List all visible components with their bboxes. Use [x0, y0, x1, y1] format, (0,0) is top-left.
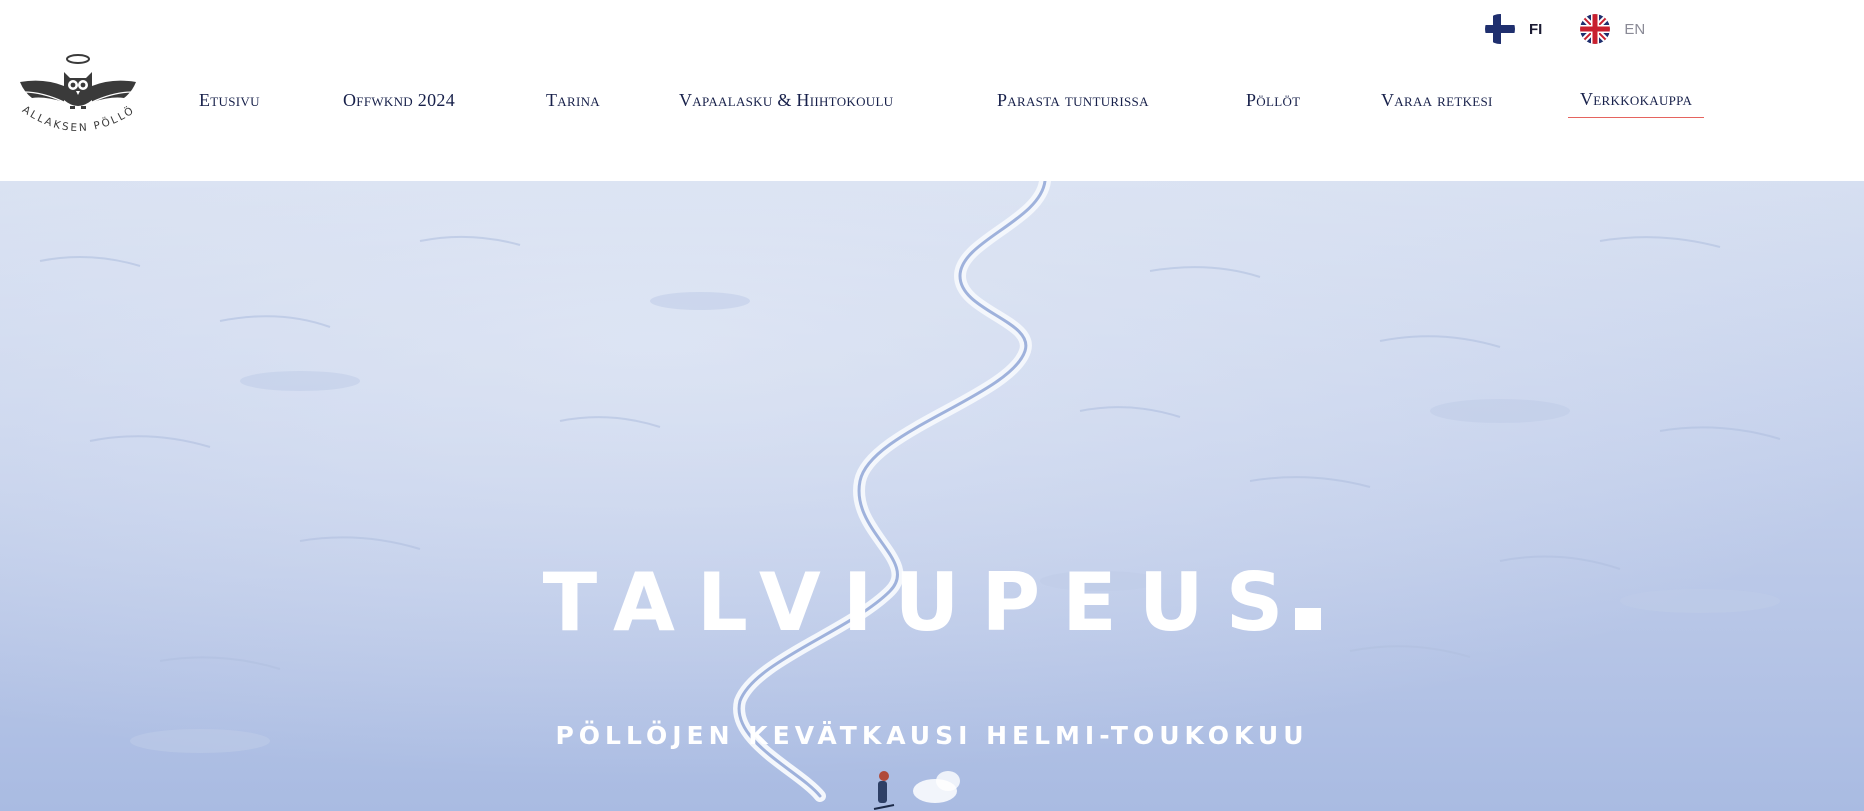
hero-title-dot	[1295, 608, 1322, 630]
nav-item-pollot[interactable]: Pöllöt	[1246, 82, 1300, 118]
nav-item-offwknd-2024[interactable]: Offwknd 2024	[343, 82, 455, 118]
nav-item-parasta-tunturissa[interactable]: Parasta tunturissa	[997, 82, 1149, 118]
language-switch: FI EN	[1485, 14, 1645, 44]
hero-title: TALVIUPEUS	[0, 556, 1864, 649]
nav-item-tarina[interactable]: Tarina	[546, 82, 600, 118]
main-navigation: Etusivu Offwknd 2024 Tarina Vapaalasku &…	[0, 82, 1864, 122]
hero-subtitle: PÖLLÖJEN KEVÄTKAUSI HELMI-TOUKOKUU	[555, 721, 1309, 750]
language-fi-label: FI	[1529, 20, 1543, 38]
hero-title-text: TALVIUPEUS	[542, 556, 1306, 649]
nav-item-varaa-retkesi[interactable]: Varaa retkesi	[1381, 82, 1493, 118]
hero-snow-image	[0, 181, 1864, 811]
nav-item-etusivu[interactable]: Etusivu	[199, 82, 260, 118]
site-header: PALLAKSEN PÖLLÖT FI	[0, 0, 1864, 181]
nav-item-vapaalasku-hiihtokoulu[interactable]: Vapaalasku & Hiihtokoulu	[679, 82, 893, 118]
language-en-label: EN	[1624, 20, 1646, 38]
uk-flag-icon	[1580, 14, 1611, 44]
language-fi[interactable]: FI	[1485, 14, 1542, 44]
hero-banner: TALVIUPEUS PÖLLÖJEN KEVÄTKAUSI HELMI-TOU…	[0, 181, 1864, 811]
language-en[interactable]: EN	[1580, 14, 1645, 44]
nav-item-verkkokauppa[interactable]: Verkkokauppa	[1568, 82, 1705, 118]
finland-flag-icon	[1485, 14, 1515, 44]
